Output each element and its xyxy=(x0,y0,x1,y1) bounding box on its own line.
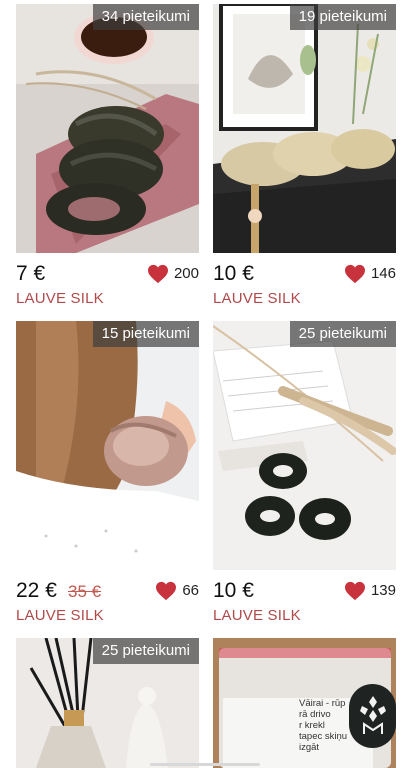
price: 22 € xyxy=(16,579,57,602)
requests-badge: 34 pieteikumi xyxy=(92,4,199,30)
seller-name[interactable]: LAUVE SILK xyxy=(213,289,301,309)
product-meta: 10 € 139 LAUVE SILK xyxy=(213,570,396,634)
bag-label-line: tapec skiņu xyxy=(299,731,348,742)
bag-label-line: rā drivo xyxy=(299,709,331,720)
product-image[interactable]: 25 pieteikumi xyxy=(16,638,199,768)
product-meta: 10 € 146 LAUVE SILK xyxy=(213,253,396,317)
like-count: 139 xyxy=(370,582,396,599)
seller-name[interactable]: LAUVE SILK xyxy=(16,606,104,626)
product-card[interactable]: 19 pieteikumi 10 € 146 LAUVE SILK xyxy=(213,4,396,317)
like-button[interactable]: 139 xyxy=(344,578,396,604)
like-button[interactable]: 200 xyxy=(147,261,199,287)
product-card[interactable]: 34 pieteikumi 7 € 200 LAUVE SILK xyxy=(16,4,199,317)
product-card[interactable]: 25 pieteikumi xyxy=(16,638,199,768)
home-indicator xyxy=(150,763,260,766)
product-photo xyxy=(213,321,396,570)
product-photo xyxy=(16,321,199,570)
product-meta: 22 € 35 € 66 LAUVE SILK xyxy=(16,570,199,634)
bag-label: Vāirai - rūp rā drivo r krekl tapec skiņ… xyxy=(299,698,347,753)
bag-label-line: Vāirai - rūp xyxy=(299,698,346,709)
product-meta: 7 € 200 LAUVE SILK xyxy=(16,253,199,317)
like-count: 146 xyxy=(370,265,396,282)
price-row: 22 € 35 € 66 xyxy=(16,578,199,604)
brand-logo-icon xyxy=(359,696,386,734)
price: 10 € xyxy=(213,262,254,285)
product-image[interactable]: 15 pieteikumi xyxy=(16,321,199,570)
heart-icon xyxy=(156,581,177,601)
requests-badge: 15 pieteikumi xyxy=(92,321,199,347)
heart-icon xyxy=(147,264,168,284)
requests-badge: 19 pieteikumi xyxy=(289,4,396,30)
bag-label-line: r krekl xyxy=(299,720,325,731)
price: 10 € xyxy=(213,579,254,602)
old-price: 35 € xyxy=(68,582,102,601)
brand-logo-button[interactable] xyxy=(349,684,396,748)
product-photo xyxy=(213,4,396,253)
bag-label-line: izgāt xyxy=(299,742,320,753)
product-photo xyxy=(16,4,199,253)
like-button[interactable]: 66 xyxy=(155,578,199,604)
price: 7 € xyxy=(16,262,46,285)
price-row: 10 € 146 xyxy=(213,261,396,287)
price-row: 10 € 139 xyxy=(213,578,396,604)
seller-name[interactable]: LAUVE SILK xyxy=(16,289,104,309)
product-image[interactable]: 19 pieteikumi xyxy=(213,4,396,253)
product-card[interactable]: 15 pieteikumi 22 € 35 € 66 LAUVE SILK xyxy=(16,321,199,634)
product-grid: 34 pieteikumi 7 € 200 LAUVE SILK 19 piet… xyxy=(0,0,411,768)
heart-icon xyxy=(344,264,365,284)
heart-icon xyxy=(344,581,365,601)
requests-badge: 25 pieteikumi xyxy=(92,638,199,664)
product-image[interactable]: 34 pieteikumi xyxy=(16,4,199,253)
like-button[interactable]: 146 xyxy=(344,261,396,287)
requests-badge: 25 pieteikumi xyxy=(289,321,396,347)
price-row: 7 € 200 xyxy=(16,261,199,287)
like-count: 200 xyxy=(173,265,199,282)
product-card[interactable]: 25 pieteikumi 10 € 139 LAUVE SILK xyxy=(213,321,396,634)
product-image[interactable]: 25 pieteikumi xyxy=(213,321,396,570)
like-count: 66 xyxy=(182,582,199,599)
seller-name[interactable]: LAUVE SILK xyxy=(213,606,301,626)
